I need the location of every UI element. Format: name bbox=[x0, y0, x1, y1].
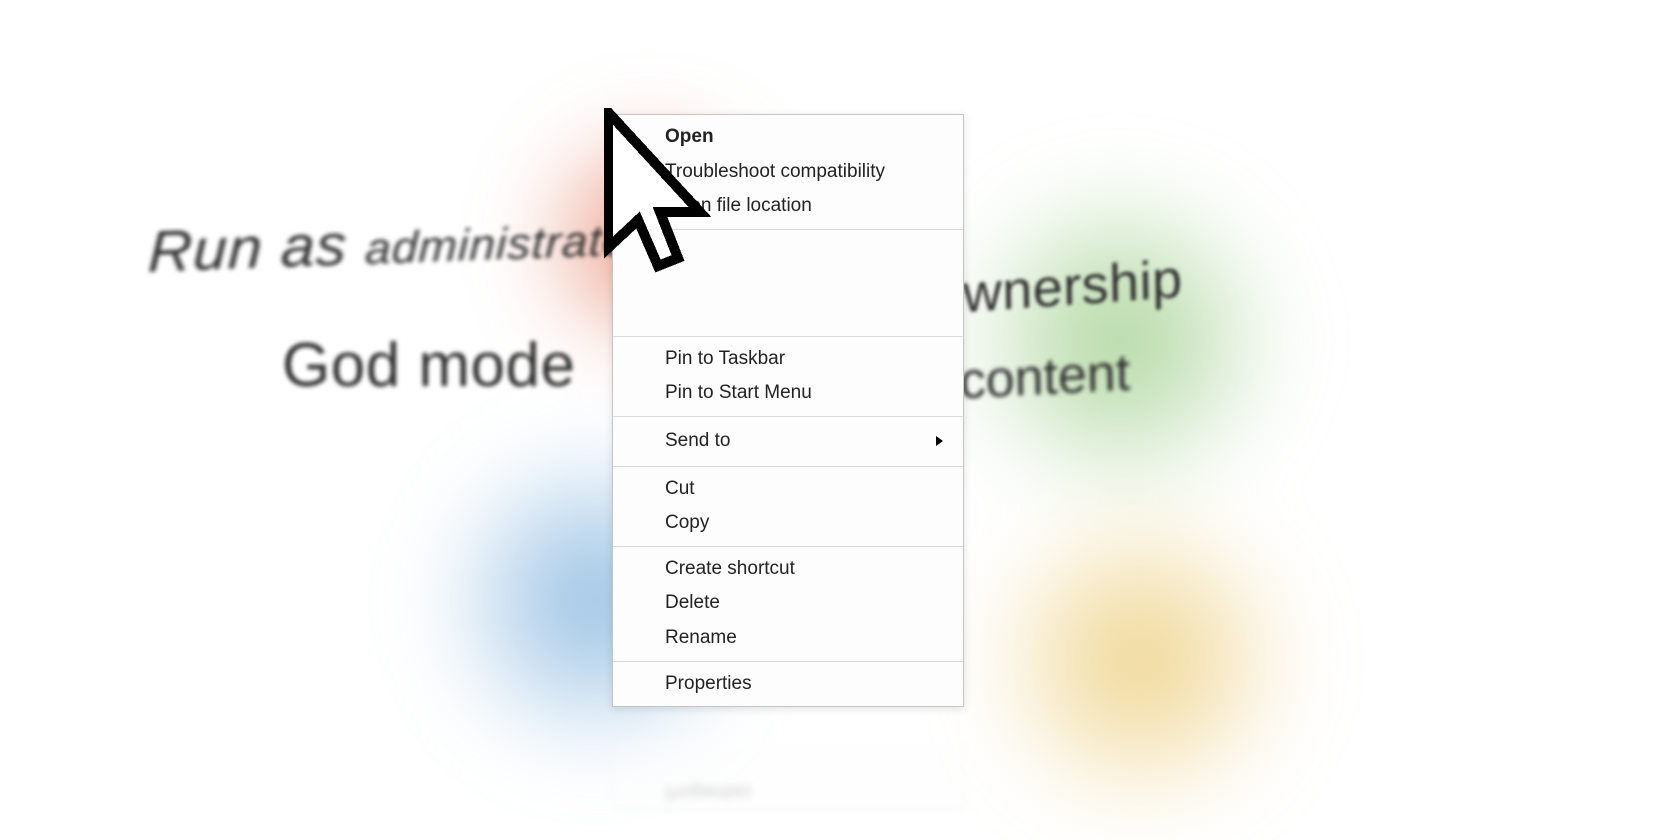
menu-item-create-shortcut[interactable]: Create shortcut bbox=[613, 552, 963, 587]
menu-item-cut[interactable]: Cut bbox=[613, 472, 963, 507]
menu-item-pin-to-taskbar[interactable]: Pin to Taskbar bbox=[613, 342, 963, 377]
menu-item-open[interactable]: Open bbox=[613, 120, 963, 155]
menu-item-send-to[interactable]: Send to bbox=[613, 422, 963, 461]
menu-item-copy[interactable]: Copy bbox=[613, 506, 963, 541]
menu-item-troubleshoot-compatibility[interactable]: Troubleshoot compatibility bbox=[613, 155, 963, 190]
context-menu-reflection: Properties bbox=[612, 740, 964, 810]
context-menu: Open Troubleshoot compatibility Open fil… bbox=[612, 114, 964, 707]
chevron-right-icon bbox=[936, 436, 943, 446]
menu-item-properties[interactable]: Properties bbox=[613, 667, 963, 702]
menu-item-delete[interactable]: Delete bbox=[613, 586, 963, 621]
menu-item-open-file-location[interactable]: Open file location bbox=[613, 189, 963, 224]
bg-text-god-mode: God mode bbox=[282, 330, 576, 401]
menu-item-pin-to-start-menu[interactable]: Pin to Start Menu bbox=[613, 376, 963, 411]
menu-item-rename[interactable]: Rename bbox=[613, 621, 963, 656]
menu-blank-group bbox=[613, 230, 963, 337]
bg-text-run-as-administrator: Run as administrator bbox=[147, 201, 647, 286]
